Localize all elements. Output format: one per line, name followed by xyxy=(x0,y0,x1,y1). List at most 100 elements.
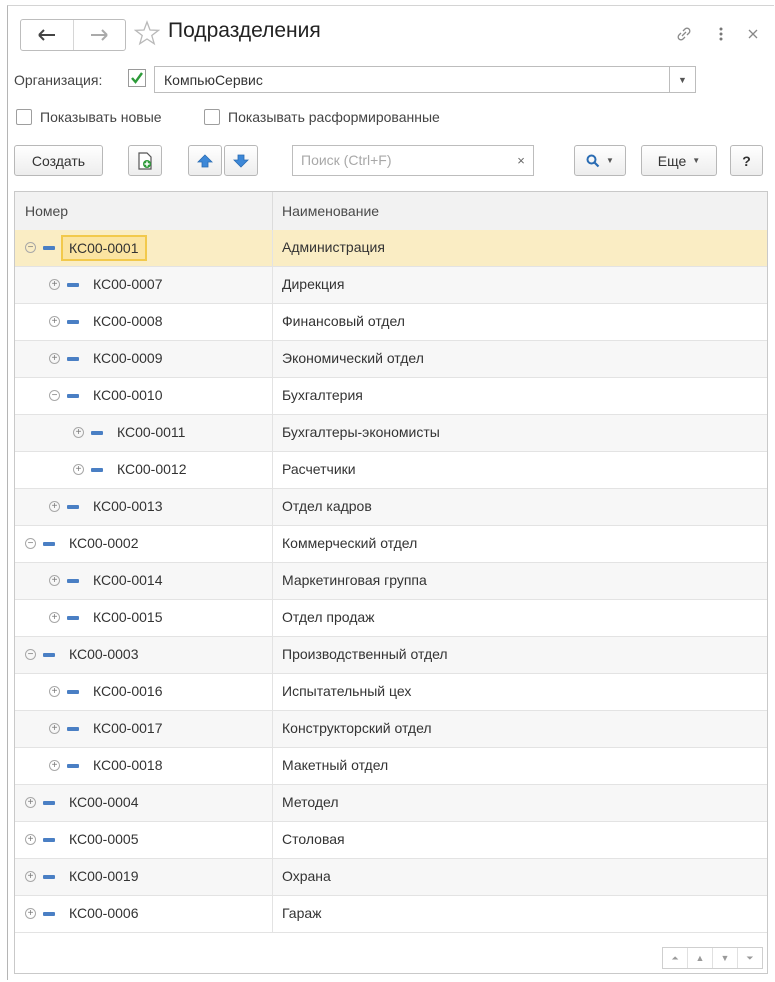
close-icon[interactable] xyxy=(743,24,763,44)
search-clear-button[interactable]: × xyxy=(509,146,533,175)
table-row[interactable]: + КС00-0007 Дирекция xyxy=(15,267,767,304)
cell-name: Дирекция xyxy=(282,276,345,292)
subdivision-icon xyxy=(43,838,55,842)
expand-icon[interactable]: + xyxy=(73,464,84,475)
table-row[interactable]: + КС00-0015 Отдел продаж xyxy=(15,600,767,637)
table-row[interactable]: + КС00-0017 Конструкторский отдел xyxy=(15,711,767,748)
table-row[interactable]: + КС00-0012 Расчетчики xyxy=(15,452,767,489)
arrow-right-icon xyxy=(91,29,108,41)
move-up-button[interactable] xyxy=(188,145,222,176)
copy-button[interactable] xyxy=(128,145,162,176)
expand-icon[interactable]: + xyxy=(49,760,60,771)
expand-icon[interactable]: + xyxy=(25,908,36,919)
table-row[interactable]: + КС00-0016 Испытательный цех xyxy=(15,674,767,711)
cell-number: КС00-0018 xyxy=(93,757,163,773)
chevron-down-icon: ▼ xyxy=(678,74,687,85)
chevron-down-icon: ▼ xyxy=(692,156,701,165)
table-row[interactable]: + КС00-0009 Экономический отдел xyxy=(15,341,767,378)
column-header-number[interactable]: Номер xyxy=(25,192,68,230)
organization-input[interactable]: КомпьюСервис xyxy=(154,66,672,93)
subdivision-icon xyxy=(43,246,55,250)
subdivision-icon xyxy=(67,320,79,324)
scroll-up-button[interactable]: ▲ xyxy=(687,948,712,968)
collapse-icon[interactable]: − xyxy=(49,390,60,401)
expand-icon[interactable]: + xyxy=(49,353,60,364)
more-button[interactable]: Еще ▼ xyxy=(641,145,717,176)
table-row[interactable]: + КС00-0005 Столовая xyxy=(15,822,767,859)
table-row[interactable]: + КС00-0004 Методел xyxy=(15,785,767,822)
table-row[interactable]: − КС00-0002 Коммерческий отдел xyxy=(15,526,767,563)
title-bar: Подразделения xyxy=(8,6,774,58)
scroll-bottom-button[interactable]: ⏷ xyxy=(737,948,762,968)
link-icon[interactable] xyxy=(674,24,694,44)
cell-name: Испытательный цех xyxy=(282,683,412,699)
arrow-down-icon xyxy=(233,154,249,168)
cell-number: КС00-0012 xyxy=(117,461,187,477)
expand-icon[interactable]: + xyxy=(73,427,84,438)
table-row[interactable]: + КС00-0008 Финансовый отдел xyxy=(15,304,767,341)
organization-dropdown-button[interactable]: ▼ xyxy=(669,66,696,93)
help-button[interactable]: ? xyxy=(730,145,763,176)
show-new-checkbox[interactable] xyxy=(16,109,32,125)
create-button[interactable]: Создать xyxy=(14,145,103,176)
subdivision-icon xyxy=(67,283,79,287)
subdivision-icon xyxy=(43,653,55,657)
subdivision-icon xyxy=(43,875,55,879)
arrow-up-icon xyxy=(197,153,213,167)
collapse-icon[interactable]: − xyxy=(25,538,36,549)
subdivision-icon xyxy=(67,616,79,620)
table-row[interactable]: − КС00-0001 Администрация xyxy=(15,230,767,267)
forward-button[interactable] xyxy=(72,20,126,50)
expand-icon[interactable]: + xyxy=(49,501,60,512)
scroll-down-icon: ▼ xyxy=(720,953,730,963)
table-row[interactable]: + КС00-0011 Бухгалтеры-экономисты xyxy=(15,415,767,452)
expand-icon[interactable]: + xyxy=(49,723,60,734)
collapse-icon[interactable]: − xyxy=(25,242,36,253)
expand-icon[interactable]: + xyxy=(49,686,60,697)
show-disbanded-checkbox[interactable] xyxy=(204,109,220,125)
organization-checkbox[interactable] xyxy=(128,69,146,87)
favorite-star-icon[interactable] xyxy=(134,20,160,46)
move-down-button[interactable] xyxy=(224,145,258,176)
scroll-to-bottom-icon: ⏷ xyxy=(746,952,754,963)
search-input[interactable] xyxy=(301,152,501,168)
expand-icon[interactable]: + xyxy=(25,871,36,882)
table-row[interactable]: + КС00-0006 Гараж xyxy=(15,896,767,933)
expand-icon[interactable]: + xyxy=(49,612,60,623)
table-row[interactable]: − КС00-0010 Бухгалтерия xyxy=(15,378,767,415)
subdivision-icon xyxy=(43,801,55,805)
scroll-down-button[interactable]: ▼ xyxy=(712,948,737,968)
scroll-top-button[interactable]: ⏶ xyxy=(663,948,687,968)
table-body: − КС00-0001 Администрация + КС00-0007 Дирекци… xyxy=(15,230,767,933)
cell-name: Конструкторский отдел xyxy=(282,720,432,736)
expand-icon[interactable]: + xyxy=(49,279,60,290)
cell-name: Методел xyxy=(282,794,339,810)
table-row[interactable]: + КС00-0019 Охрана xyxy=(15,859,767,896)
expand-icon[interactable]: + xyxy=(49,316,60,327)
form-window: Подразделения Организация: КомпьюСервис … xyxy=(7,5,774,980)
table-row[interactable]: + КС00-0018 Макетный отдел xyxy=(15,748,767,785)
expand-icon[interactable]: + xyxy=(49,575,60,586)
chevron-down-icon: ▼ xyxy=(606,156,614,165)
subdivision-icon xyxy=(67,727,79,731)
cell-number: КС00-0002 xyxy=(69,535,139,551)
cell-name: Расчетчики xyxy=(282,461,356,477)
cell-name: Производственный отдел xyxy=(282,646,448,662)
table-row[interactable]: − КС00-0003 Производственный отдел xyxy=(15,637,767,674)
table-row[interactable]: + КС00-0014 Маркетинговая группа xyxy=(15,563,767,600)
more-actions-icon[interactable] xyxy=(711,24,731,44)
navigation-buttons xyxy=(20,19,126,51)
search-options-button[interactable]: ▼ xyxy=(574,145,626,176)
cell-name: Финансовый отдел xyxy=(282,313,405,329)
table-row[interactable]: + КС00-0013 Отдел кадров xyxy=(15,489,767,526)
expand-icon[interactable]: + xyxy=(25,797,36,808)
subdivision-icon xyxy=(67,394,79,398)
column-header-name[interactable]: Наименование xyxy=(282,192,379,230)
collapse-icon[interactable]: − xyxy=(25,649,36,660)
cell-number: КС00-0015 xyxy=(93,609,163,625)
expand-icon[interactable]: + xyxy=(25,834,36,845)
cell-name: Экономический отдел xyxy=(282,350,424,366)
cell-number: КС00-0011 xyxy=(117,424,186,440)
cell-number: КС00-0009 xyxy=(93,350,163,366)
back-button[interactable] xyxy=(21,20,73,50)
